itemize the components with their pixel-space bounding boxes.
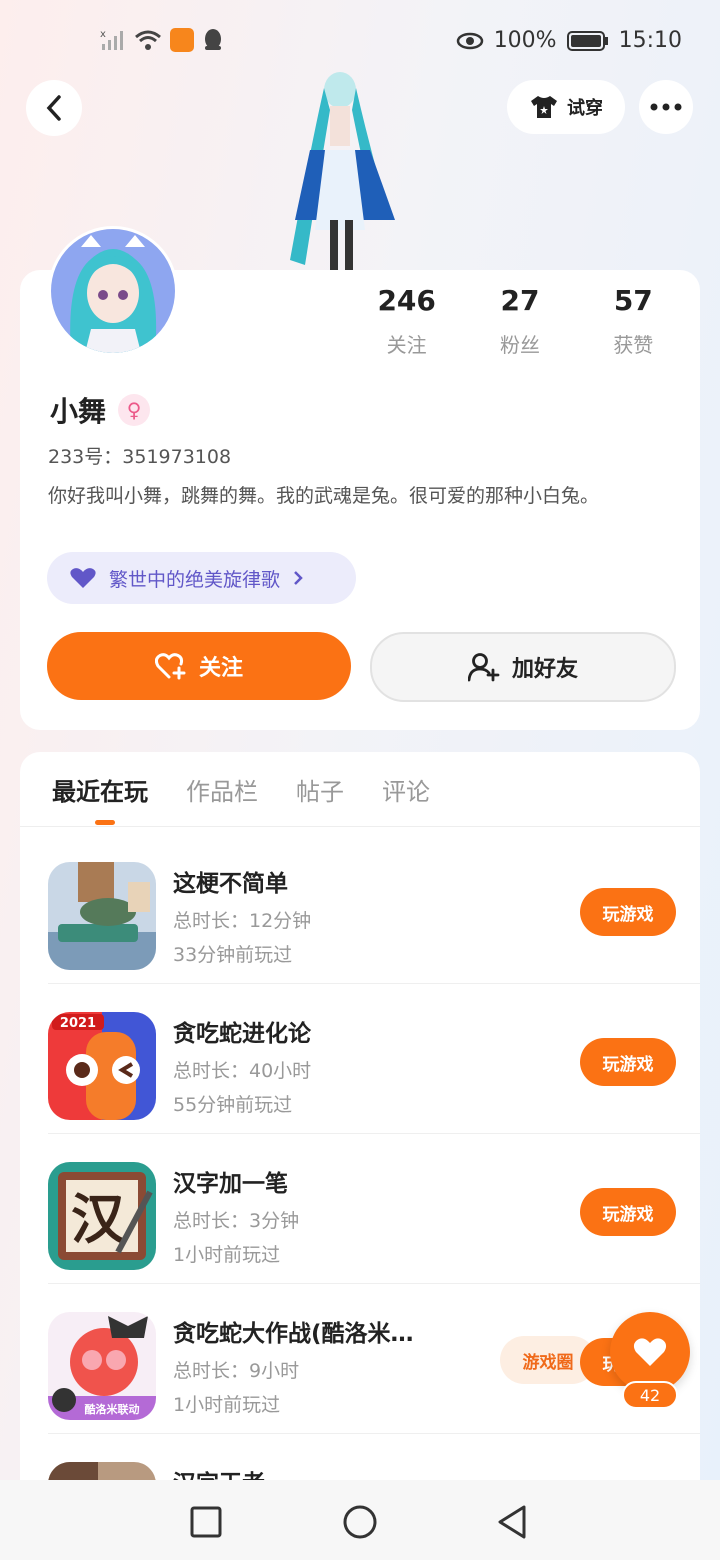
game-last-played: 1小时前玩过 bbox=[173, 1394, 281, 1416]
square-icon bbox=[190, 1506, 222, 1538]
game-row[interactable]: 这梗不简单 总时长：12分钟 33分钟前玩过 玩游戏 bbox=[48, 834, 700, 984]
game-title: 贪吃蛇进化论 bbox=[173, 1021, 311, 1047]
battery-percent: 100% bbox=[493, 28, 557, 53]
wifi-icon bbox=[135, 30, 161, 50]
play-game-button[interactable]: 玩游戏 bbox=[580, 888, 676, 936]
more-dots-icon bbox=[650, 103, 682, 111]
profile-name-row: 小舞 ♀ bbox=[50, 390, 151, 430]
game-duration: 总时长：9小时 bbox=[173, 1360, 300, 1382]
heart-icon bbox=[633, 1338, 667, 1366]
chevron-right-icon bbox=[294, 571, 303, 585]
battery-icon bbox=[566, 30, 608, 51]
stat-value: 27 bbox=[500, 284, 540, 317]
triangle-back-icon bbox=[498, 1505, 526, 1539]
follow-button[interactable]: 关注 bbox=[47, 632, 351, 700]
play-game-button[interactable]: 玩游戏 bbox=[580, 1188, 676, 1236]
chevron-left-icon bbox=[46, 95, 61, 121]
game-last-played: 55分钟前玩过 bbox=[173, 1094, 293, 1116]
tab-indicator bbox=[95, 820, 115, 825]
circle-icon bbox=[343, 1505, 377, 1539]
add-friend-label: 加好友 bbox=[511, 657, 578, 682]
avatar-image bbox=[51, 229, 175, 353]
game-icon bbox=[48, 862, 156, 970]
song-pill[interactable]: 繁世中的绝美旋律歌 bbox=[47, 552, 356, 604]
tab-recent[interactable]: 最近在玩 bbox=[52, 772, 148, 807]
stat-likes[interactable]: 57 获赞 bbox=[577, 284, 690, 358]
profile-tabs: 最近在玩 作品栏 帖子 评论 bbox=[52, 772, 430, 807]
try-on-label: 试穿 bbox=[567, 98, 603, 119]
tab-works[interactable]: 作品栏 bbox=[186, 772, 258, 807]
stat-value: 57 bbox=[613, 284, 653, 317]
stat-followers[interactable]: 27 粉丝 bbox=[463, 284, 576, 358]
svg-text:x: x bbox=[100, 29, 106, 40]
like-count: 42 bbox=[622, 1381, 678, 1409]
game-duration: 总时长：3分钟 bbox=[173, 1210, 300, 1232]
add-user-icon bbox=[467, 653, 500, 682]
play-game-button[interactable]: 玩游戏 bbox=[580, 1038, 676, 1086]
character-figure bbox=[290, 72, 395, 270]
home-button[interactable] bbox=[338, 1500, 382, 1544]
stat-label: 关注 bbox=[386, 333, 427, 357]
icon-badge-text: 2021 bbox=[60, 1016, 96, 1031]
song-title: 繁世中的绝美旋律歌 bbox=[109, 568, 281, 591]
female-icon: ♀ bbox=[118, 394, 151, 426]
stat-label: 粉丝 bbox=[499, 333, 540, 357]
follow-label: 关注 bbox=[198, 656, 243, 681]
like-button[interactable] bbox=[610, 1312, 690, 1392]
try-on-button[interactable]: 试穿 bbox=[507, 80, 625, 134]
game-row[interactable]: 汉 汉字加一笔 总时长：3分钟 1小时前玩过 玩游戏 bbox=[48, 1134, 700, 1284]
qq-icon bbox=[205, 29, 221, 50]
stat-value: 246 bbox=[377, 284, 436, 317]
game-row[interactable]: 酷洛米联动 贪吃蛇大作战(酷洛米… 总时长：9小时 1小时前玩过 游戏圈 玩游戏 bbox=[48, 1284, 700, 1434]
divider bbox=[20, 826, 700, 827]
profile-name: 小舞 bbox=[50, 395, 107, 428]
user-id: 233号：351973108 bbox=[48, 446, 232, 468]
game-title: 这梗不简单 bbox=[173, 871, 288, 897]
tshirt-icon bbox=[531, 96, 557, 118]
system-nav-bar bbox=[0, 1480, 720, 1560]
game-icon: 2021 bbox=[48, 1012, 156, 1120]
activity-card: 最近在玩 作品栏 帖子 评论 这梗不简单 总时长：12分钟 33分钟前玩过 玩游… bbox=[20, 752, 700, 1512]
game-last-played: 1小时前玩过 bbox=[173, 1244, 281, 1266]
eye-icon bbox=[456, 32, 483, 49]
app-notification-icon bbox=[170, 28, 194, 52]
more-button[interactable] bbox=[639, 80, 693, 134]
game-duration: 总时长：40小时 bbox=[173, 1060, 312, 1082]
stat-following[interactable]: 246 关注 bbox=[350, 284, 463, 358]
tab-comments[interactable]: 评论 bbox=[382, 772, 430, 807]
recent-apps-button[interactable] bbox=[184, 1500, 228, 1544]
clock: 15:10 bbox=[618, 28, 682, 53]
heart-icon bbox=[70, 568, 96, 588]
game-title: 贪吃蛇大作战(酷洛米… bbox=[173, 1321, 414, 1347]
game-duration: 总时长：12分钟 bbox=[173, 910, 312, 932]
heart-plus-icon bbox=[154, 653, 186, 680]
tab-posts[interactable]: 帖子 bbox=[296, 772, 344, 807]
add-friend-button[interactable]: 加好友 bbox=[370, 632, 676, 702]
bio: 你好我叫小舞，跳舞的舞。我的武魂是兔。很可爱的那种小白兔。 bbox=[48, 485, 600, 507]
game-icon: 酷洛米联动 bbox=[48, 1312, 156, 1420]
back-button[interactable] bbox=[26, 80, 82, 136]
icon-glyph: 汉 bbox=[71, 1188, 126, 1251]
stat-label: 获赞 bbox=[613, 333, 654, 357]
game-title: 汉字加一笔 bbox=[173, 1171, 288, 1197]
game-row[interactable]: 2021 贪吃蛇进化论 总时长：40小时 55分钟前玩过 玩游戏 bbox=[48, 984, 700, 1134]
profile-stats: 246 关注 27 粉丝 57 获赞 bbox=[350, 284, 690, 358]
back-nav-button[interactable] bbox=[490, 1500, 534, 1544]
avatar[interactable] bbox=[48, 226, 178, 356]
game-icon: 汉 bbox=[48, 1162, 156, 1270]
game-last-played: 33分钟前玩过 bbox=[173, 944, 293, 966]
icon-banner-text: 酷洛米联动 bbox=[85, 1402, 140, 1416]
signal-icon: x bbox=[100, 29, 123, 50]
